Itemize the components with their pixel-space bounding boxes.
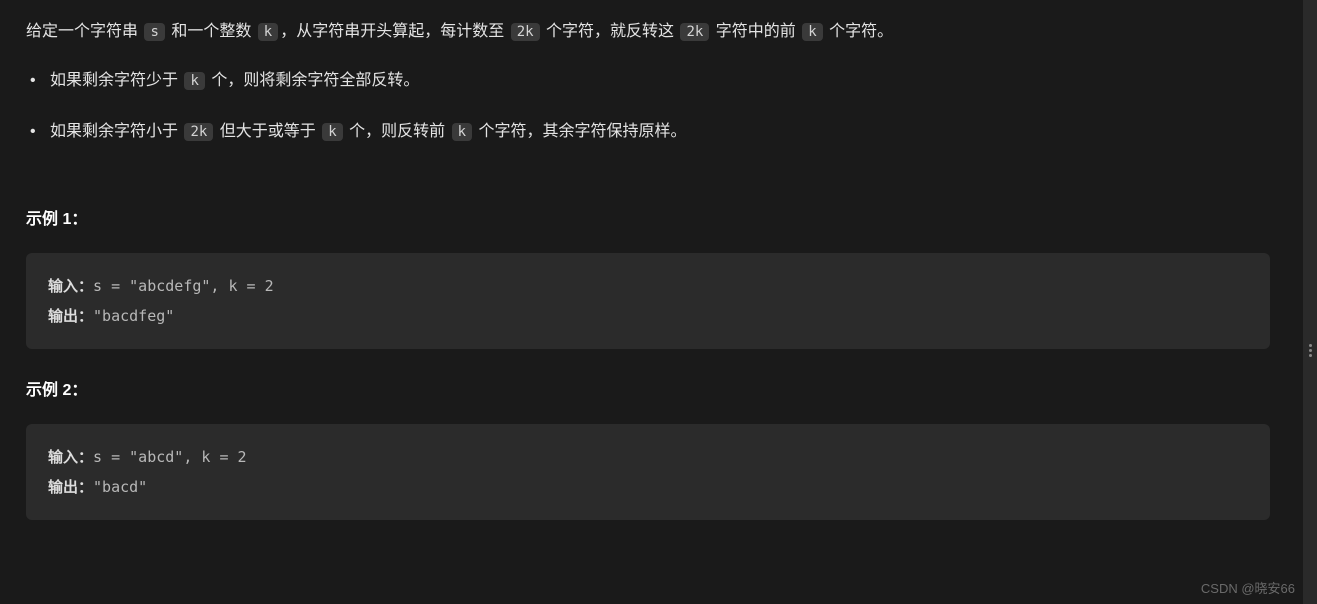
code-2k: 2k [184, 123, 213, 141]
example-header-1: 示例 1： [26, 206, 1270, 235]
code-k: k [452, 123, 472, 141]
input-value: s = "abcdefg", k = 2 [93, 277, 274, 295]
example-block-1: 输入：s = "abcdefg", k = 2 输出："bacdfeg" [26, 253, 1270, 349]
bullet-text: 如果剩余字符少于 [50, 72, 182, 89]
bullet-text: 个字符，其余字符保持原样。 [474, 123, 686, 140]
desc-text: 字符中的前 [711, 23, 800, 40]
example-input-row: 输入：s = "abcdefg", k = 2 [48, 271, 1248, 301]
output-label: 输出： [48, 307, 93, 325]
input-label: 输入： [48, 448, 93, 466]
problem-description: 给定一个字符串 s 和一个整数 k，从字符串开头算起，每计数至 2k 个字符，就… [26, 18, 1270, 47]
code-k: k [184, 72, 204, 90]
rule-list: 如果剩余字符少于 k 个，则将剩余字符全部反转。 如果剩余字符小于 2k 但大于… [26, 67, 1270, 147]
code-k: k [802, 23, 822, 41]
bullet-text: 个，则反转前 [345, 123, 450, 140]
code-2k: 2k [680, 23, 709, 41]
desc-text: 和一个整数 [167, 23, 256, 40]
list-item: 如果剩余字符小于 2k 但大于或等于 k 个，则反转前 k 个字符，其余字符保持… [26, 118, 1270, 147]
desc-text: 个字符，就反转这 [542, 23, 679, 40]
code-k: k [258, 23, 278, 41]
output-label: 输出： [48, 478, 93, 496]
example-input-row: 输入：s = "abcd", k = 2 [48, 442, 1248, 472]
bullet-text: 如果剩余字符小于 [50, 123, 182, 140]
output-value: "bacdfeg" [93, 307, 174, 325]
problem-content: 给定一个字符串 s 和一个整数 k，从字符串开头算起，每计数至 2k 个字符，就… [0, 0, 1296, 520]
example-output-row: 输出："bacdfeg" [48, 301, 1248, 331]
bullet-text: 个，则将剩余字符全部反转。 [207, 72, 419, 89]
scrollbar-grip-icon[interactable] [1307, 342, 1313, 364]
bullet-text: 但大于或等于 [215, 123, 320, 140]
input-value: s = "abcd", k = 2 [93, 448, 247, 466]
desc-text: 个字符。 [825, 23, 893, 40]
input-label: 输入： [48, 277, 93, 295]
scrollbar-track[interactable] [1303, 0, 1317, 604]
example-header-2: 示例 2： [26, 377, 1270, 406]
list-item: 如果剩余字符少于 k 个，则将剩余字符全部反转。 [26, 67, 1270, 96]
example-output-row: 输出："bacd" [48, 472, 1248, 502]
watermark: CSDN @晓安66 [1201, 577, 1295, 600]
desc-text: ，从字符串开头算起，每计数至 [280, 23, 508, 40]
example-block-2: 输入：s = "abcd", k = 2 输出："bacd" [26, 424, 1270, 520]
code-s: s [144, 23, 164, 41]
code-2k: 2k [511, 23, 540, 41]
output-value: "bacd" [93, 478, 147, 496]
code-k: k [322, 123, 342, 141]
desc-text: 给定一个字符串 [26, 23, 142, 40]
